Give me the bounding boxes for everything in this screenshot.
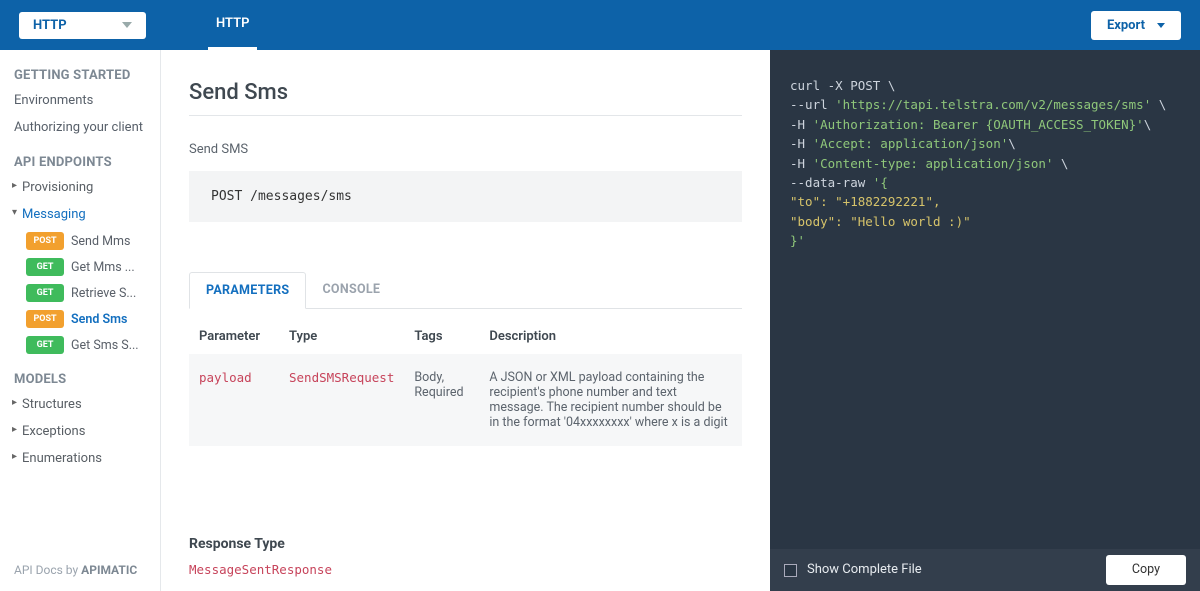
method-badge-get: GET xyxy=(26,336,64,354)
method-badge-post: POST xyxy=(26,310,64,328)
show-complete-file-label: Show Complete File xyxy=(807,560,1096,580)
copy-button[interactable]: Copy xyxy=(1106,555,1186,584)
tab-console[interactable]: CONSOLE xyxy=(306,272,396,308)
top-bar: HTTP HTTP Export xyxy=(0,0,1200,50)
language-select[interactable]: HTTP xyxy=(19,12,146,39)
col-description: Description xyxy=(479,321,742,354)
sidebar-heading-getting-started: GETTING STARTED xyxy=(0,64,160,87)
sidebar-heading-api-endpoints: API ENDPOINTS xyxy=(0,151,160,174)
language-select-label: HTTP xyxy=(33,18,67,33)
col-tags: Tags xyxy=(404,321,479,354)
sidebar-method-get-sms-s[interactable]: GET Get Sms S... xyxy=(0,332,160,358)
parameters-table: Parameter Type Tags Description payload … xyxy=(189,321,742,446)
sidebar-link-authorizing[interactable]: Authorizing your client xyxy=(0,114,160,141)
tab-http[interactable]: HTTP xyxy=(208,0,257,50)
export-button[interactable]: Export xyxy=(1091,11,1181,40)
sidebar-method-send-mms[interactable]: POST Send Mms xyxy=(0,228,160,254)
method-label: Get Mms ... xyxy=(71,260,135,275)
param-tags: Body, Required xyxy=(404,354,479,446)
param-tabs: PARAMETERS CONSOLE xyxy=(189,272,742,309)
method-label: Get Sms S... xyxy=(71,338,139,353)
code-panel: curl -X POST \ --url 'https://tapi.telst… xyxy=(770,50,1200,591)
param-description: A JSON or XML payload containing the rec… xyxy=(479,354,742,446)
page-subtitle: Send SMS xyxy=(189,142,742,157)
http-request-line: POST /messages/sms xyxy=(189,171,742,222)
page-title: Send Sms xyxy=(189,80,742,116)
show-complete-file-checkbox[interactable] xyxy=(784,564,797,577)
col-type: Type xyxy=(279,321,404,354)
method-badge-post: POST xyxy=(26,232,64,250)
sidebar-footer: API Docs by APIMATIC xyxy=(14,563,137,577)
sidebar-item-messaging[interactable]: Messaging xyxy=(0,201,160,228)
main-content: Send Sms Send SMS POST /messages/sms PAR… xyxy=(160,50,770,591)
chevron-down-icon xyxy=(1157,23,1165,28)
sidebar-item-enumerations[interactable]: Enumerations xyxy=(0,445,160,472)
sidebar-link-environments[interactable]: Environments xyxy=(0,87,160,114)
sidebar-item-exceptions[interactable]: Exceptions xyxy=(0,418,160,445)
col-parameter: Parameter xyxy=(189,321,279,354)
response-type-value[interactable]: MessageSentResponse xyxy=(189,562,332,577)
param-name: payload xyxy=(199,370,252,385)
code-panel-footer: Show Complete File Copy xyxy=(770,549,1200,591)
sidebar-method-get-mms[interactable]: GET Get Mms ... xyxy=(0,254,160,280)
sidebar-method-retrieve-s[interactable]: GET Retrieve S... xyxy=(0,280,160,306)
tab-parameters[interactable]: PARAMETERS xyxy=(189,272,306,309)
response-type-heading: Response Type xyxy=(189,536,742,552)
method-badge-get: GET xyxy=(26,258,64,276)
method-label: Retrieve S... xyxy=(71,286,136,301)
method-label: Send Sms xyxy=(71,312,127,327)
method-badge-get: GET xyxy=(26,284,64,302)
method-label: Send Mms xyxy=(71,234,130,249)
param-type[interactable]: SendSMSRequest xyxy=(289,370,394,385)
sidebar-item-provisioning[interactable]: Provisioning xyxy=(0,174,160,201)
sidebar-method-send-sms[interactable]: POST Send Sms xyxy=(0,306,160,332)
table-row: payload SendSMSRequest Body, Required A … xyxy=(189,354,742,446)
sidebar-item-structures[interactable]: Structures xyxy=(0,391,160,418)
sidebar-heading-models: MODELS xyxy=(0,368,160,391)
sidebar: GETTING STARTED Environments Authorizing… xyxy=(0,50,160,591)
chevron-down-icon xyxy=(122,22,132,28)
